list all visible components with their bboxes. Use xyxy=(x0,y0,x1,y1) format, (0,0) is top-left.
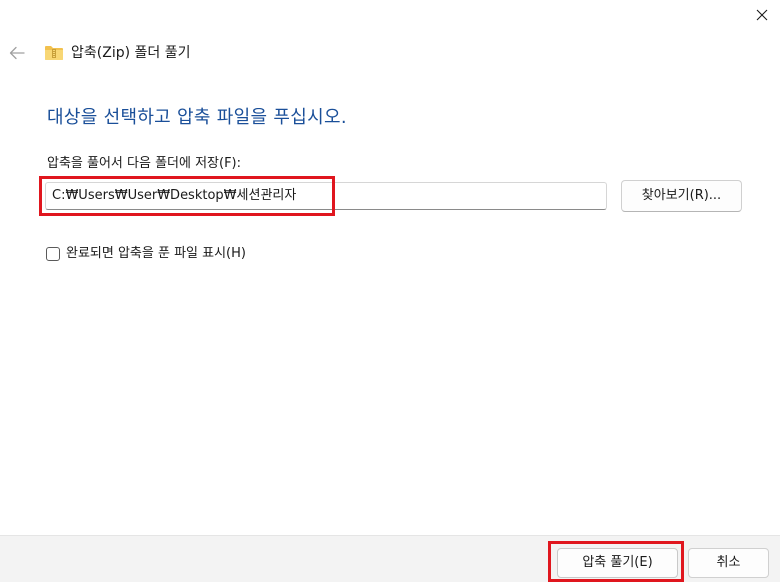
destination-label: 압축을 풀어서 다음 폴더에 저장(F): xyxy=(47,156,242,171)
close-icon xyxy=(756,9,767,21)
cancel-button[interactable]: 취소 xyxy=(688,548,769,578)
zip-folder-icon xyxy=(45,46,63,60)
title-bar: 압축(Zip) 폴더 풀기 xyxy=(0,38,780,68)
close-button[interactable] xyxy=(743,0,780,30)
destination-path-input[interactable]: C:₩Users₩User₩Desktop₩세션관리자 xyxy=(45,182,607,210)
back-arrow-icon xyxy=(9,46,25,60)
show-files-checkbox[interactable] xyxy=(46,247,60,261)
browse-button[interactable]: 찾아보기(R)... xyxy=(621,180,742,212)
back-button[interactable] xyxy=(4,38,30,68)
extract-button[interactable]: 압축 풀기(E) xyxy=(557,548,678,578)
window-title: 압축(Zip) 폴더 풀기 xyxy=(71,45,191,61)
extract-zip-dialog: 압축(Zip) 폴더 풀기 대상을 선택하고 압축 파일을 푸십시오. 압축을 … xyxy=(0,0,780,582)
page-heading: 대상을 선택하고 압축 파일을 푸십시오. xyxy=(47,107,347,128)
show-files-option[interactable]: 완료되면 압축을 푼 파일 표시(H) xyxy=(46,244,246,264)
show-files-label: 완료되면 압축을 푼 파일 표시(H) xyxy=(66,246,246,261)
